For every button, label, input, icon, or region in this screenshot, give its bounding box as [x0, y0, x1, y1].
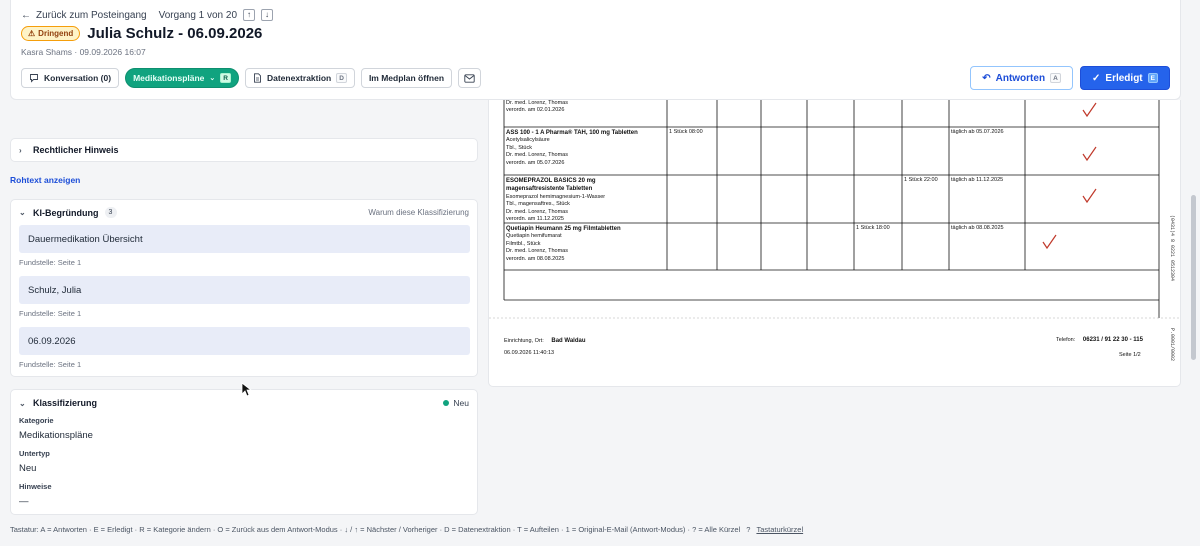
why-classification-link[interactable]: Warum diese Klassifizierung [368, 208, 469, 217]
evidence-item[interactable]: Schulz, Julia [19, 276, 470, 304]
classification-panel: ⌄ Klassifizierung Neu Kategorie Medikati… [10, 389, 478, 515]
page-title: Julia Schulz - 06.09.2026 [87, 25, 263, 42]
chevron-right-icon: › [19, 145, 22, 155]
chevron-down-icon: ⌄ [19, 398, 26, 408]
chevron-down-icon: ⌄ [19, 208, 26, 217]
subtype-value: Neu [19, 463, 37, 474]
back-to-inbox-link[interactable]: ← Zurück zum Posteingang [21, 10, 147, 21]
keyboard-shortcuts-bar: Tastatur: A = Antworten · E = Erledigt ·… [10, 525, 803, 534]
case-counter: Vorgang 1 von 20 [158, 9, 238, 21]
svg-text:(0431)4 8 0221 0512304: (0431)4 8 0221 0512304 [1169, 215, 1175, 281]
shortcuts-text: Tastatur: A = Antworten · E = Erledigt ·… [10, 525, 741, 534]
case-header: ← Zurück zum Posteingang Vorgang 1 von 2… [10, 0, 1181, 100]
mail-icon [464, 73, 475, 83]
status-badge: Neu [443, 398, 469, 408]
status-dot [443, 400, 450, 406]
doc-footer-left: Einrichtung, Ort: Bad Waldau 06.09.2026 … [504, 338, 586, 357]
count-badge: 3 [104, 207, 117, 218]
open-in-medplan-button[interactable]: Im Medplan öffnen [360, 68, 453, 88]
doc-page-number: Seite 1/2 [1119, 352, 1141, 358]
shortcut-key: R [220, 73, 231, 83]
doc-dose: 1 Stück 18:00 [856, 225, 890, 231]
evidence-source: Fundstelle: Seite 1 [19, 360, 82, 369]
title-row: ⚠ Dringend Julia Schulz - 06.09.2026 [21, 25, 262, 42]
notes-value: — [19, 496, 29, 507]
arrow-left-icon: ← [21, 9, 31, 21]
ai-reasoning-toggle[interactable]: ⌄ KI-Begründung 3 [19, 207, 117, 218]
case-meta: Kasra Shams · 09.09.2026 16:07 [21, 47, 146, 57]
doc-dose: 1 Stück 22:00 [904, 177, 938, 183]
document-viewer[interactable]: (0431)4 8 0221 0512304 P.0001/0002 Dr. m… [488, 100, 1181, 387]
field-label: Kategorie [19, 416, 54, 425]
reply-icon: ↶ [982, 72, 991, 84]
next-case-button[interactable]: ↓ [261, 9, 274, 21]
doc-row-2: ESOMEPRAZOL BASICS 20 mg magensaftresist… [506, 178, 606, 223]
svg-text:P.0001/0002: P.0001/0002 [1169, 328, 1175, 361]
data-extraction-button[interactable]: Datenextraktion D [244, 68, 355, 88]
shortcut-key: E [1147, 73, 1158, 83]
doc-footer-right: Telefon: 06231 / 91 22 30 - 115 [1056, 337, 1143, 343]
doc-dose: 1 Stück 08:00 [669, 129, 703, 135]
check-icon: ✓ [1092, 72, 1101, 84]
doc-since: täglich ab 05.07.2026 [951, 129, 1004, 135]
show-raw-text-link[interactable]: Rohtext anzeigen [10, 175, 80, 185]
doc-row-0: Dr. med. Lorenz, Thomas verordn. am 02.0… [506, 100, 568, 114]
document-icon [254, 73, 261, 83]
reply-button[interactable]: ↶ Antworten A [970, 66, 1073, 90]
shortcut-key: A [1050, 73, 1061, 83]
evidence-source: Fundstelle: Seite 1 [19, 258, 82, 267]
doc-row-3: Quetiapin Heumann 25 mg Filmtabletten Qu… [506, 226, 621, 262]
classification-toggle[interactable]: ⌄ Klassifizierung [19, 398, 97, 408]
evidence-item[interactable]: 06.09.2026 [19, 327, 470, 355]
ai-reasoning-panel: ⌄ KI-Begründung 3 Warum diese Klassifizi… [10, 199, 478, 377]
help-icon: ? [746, 525, 751, 534]
medplan-category-button[interactable]: Medikationspläne ⌄ R [125, 68, 239, 88]
doc-since: täglich ab 08.08.2025 [951, 225, 1004, 231]
evidence-item[interactable]: Dauermedikation Übersicht [19, 225, 470, 253]
field-label: Untertyp [19, 449, 50, 458]
action-bar: Konversation (0) Medikationspläne ⌄ R Da… [21, 68, 482, 88]
nav-row: ← Zurück zum Posteingang Vorgang 1 von 2… [21, 9, 274, 21]
done-button[interactable]: ✓ Erledigt E [1080, 66, 1170, 90]
field-label: Hinweise [19, 482, 52, 491]
chevron-down-icon: ⌄ [209, 75, 216, 82]
shortcut-key: D [336, 73, 347, 83]
legal-notice-panel[interactable]: › Rechtlicher Hinweis [10, 138, 478, 162]
mouse-cursor-icon [241, 382, 252, 397]
shortcuts-link[interactable]: Tastaturkürzel [756, 525, 803, 534]
urgent-badge: ⚠ Dringend [21, 26, 81, 41]
page-scrollbar[interactable] [1191, 195, 1196, 360]
doc-since: täglich ab 11.12.2025 [951, 177, 1004, 183]
doc-row-1: ASS 100 - 1 A Pharma® TAH, 100 mg Tablet… [506, 130, 638, 166]
primary-actions: ↶ Antworten A ✓ Erledigt E [970, 66, 1170, 90]
conversation-button[interactable]: Konversation (0) [21, 68, 120, 88]
evidence-source: Fundstelle: Seite 1 [19, 309, 82, 318]
category-value: Medikationspläne [19, 430, 93, 441]
warning-icon: ⚠ [28, 29, 36, 38]
email-button[interactable] [458, 68, 482, 88]
chat-icon [30, 74, 38, 83]
previous-case-button[interactable]: ↑ [243, 9, 256, 21]
